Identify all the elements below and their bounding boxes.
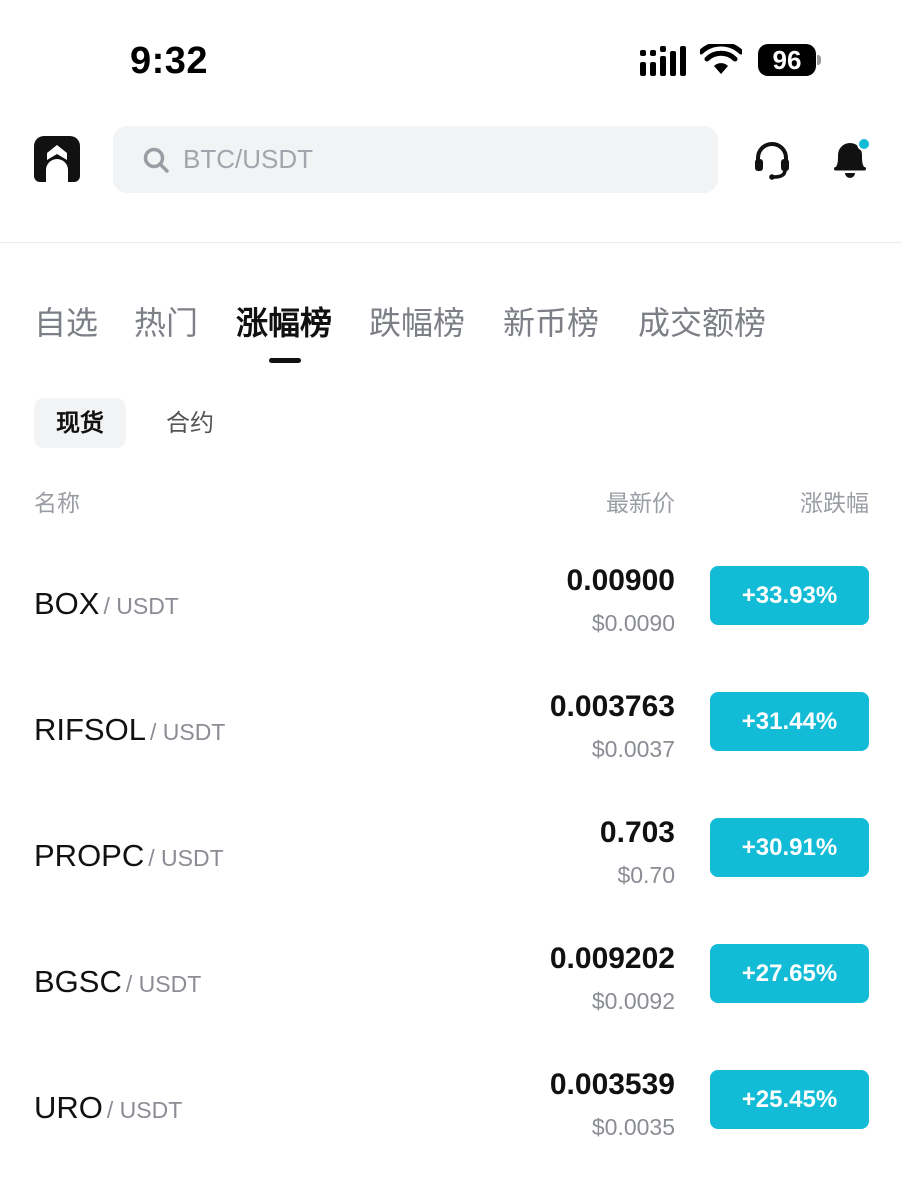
last-price: 0.703 (599, 816, 675, 849)
change-badge[interactable]: +33.93% (710, 566, 869, 625)
last-price: 0.003763 (549, 690, 675, 723)
change-badge[interactable]: +31.44% (710, 692, 869, 751)
change-badge[interactable]: +30.91% (710, 818, 869, 877)
pair-name: BOX / USDT (34, 586, 179, 622)
pair-quote: / USDT (149, 719, 226, 745)
tab-gainers[interactable]: 涨幅榜 (236, 298, 332, 344)
fiat-price: $0.70 (617, 862, 675, 888)
fiat-price: $0.0092 (591, 988, 675, 1014)
battery-level: 96 (758, 44, 816, 76)
market-row[interactable]: RIFSOL / USDT 0.003763 $0.0037 +31.44% (0, 690, 902, 816)
search-icon (143, 147, 169, 173)
market-row[interactable]: URO / USDT 0.003539 $0.0035 +25.45% (0, 1068, 902, 1194)
subtab-spot[interactable]: 现货 (34, 398, 126, 448)
battery-tip (817, 55, 821, 65)
headset-icon[interactable] (752, 140, 792, 180)
app-logo-icon[interactable] (34, 136, 80, 182)
market-tabs: 自选 热门 涨幅榜 跌幅榜 新币榜 成交额榜 (0, 298, 902, 378)
search-input[interactable] (183, 126, 703, 193)
pair-quote: / USDT (125, 971, 202, 997)
last-price: 0.009202 (549, 942, 675, 975)
tab-volume[interactable]: 成交额榜 (638, 298, 766, 344)
pair-base: BOX (34, 586, 100, 621)
tab-hot[interactable]: 热门 (134, 298, 198, 344)
status-bar: 9:32 96 (0, 0, 902, 110)
subtab-futures[interactable]: 合约 (150, 398, 230, 448)
fiat-price: $0.0090 (591, 610, 675, 636)
column-header-change[interactable]: 涨跌幅 (800, 484, 869, 518)
pair-name: PROPC / USDT (34, 838, 224, 874)
market-row[interactable]: PROPC / USDT 0.703 $0.70 +30.91% (0, 816, 902, 942)
battery-indicator: 96 (758, 44, 821, 76)
pair-quote: / USDT (148, 845, 224, 871)
change-badge[interactable]: +27.65% (710, 944, 869, 1003)
column-header-name[interactable]: 名称 (34, 484, 80, 518)
market-row[interactable]: BOX / USDT 0.00900 $0.0090 +33.93% (0, 564, 902, 690)
tab-watchlist[interactable]: 自选 (34, 298, 98, 344)
tab-losers[interactable]: 跌幅榜 (369, 298, 465, 344)
pair-base: PROPC (34, 838, 145, 873)
change-badge[interactable]: +25.45% (710, 1070, 869, 1129)
market-row[interactable]: BGSC / USDT 0.009202 $0.0092 +27.65% (0, 942, 902, 1068)
fiat-price: $0.0037 (591, 736, 675, 762)
pair-base: RIFSOL (34, 712, 146, 747)
pair-quote: / USDT (106, 1097, 183, 1123)
bell-icon[interactable] (828, 136, 872, 180)
pair-name: BGSC / USDT (34, 964, 201, 1000)
last-price: 0.00900 (566, 564, 675, 597)
column-header-price[interactable]: 最新价 (606, 484, 675, 518)
fiat-price: $0.0035 (591, 1114, 675, 1140)
active-tab-indicator (269, 358, 301, 363)
pair-name: URO / USDT (34, 1090, 182, 1126)
wifi-icon (700, 44, 742, 74)
last-price: 0.003539 (549, 1068, 675, 1101)
tab-new-listings[interactable]: 新币榜 (503, 298, 599, 344)
pair-base: BGSC (34, 964, 122, 999)
signal-icon (640, 46, 686, 76)
pair-base: URO (34, 1090, 103, 1125)
header-divider (0, 242, 902, 243)
search-bar[interactable] (113, 126, 718, 193)
pair-quote: / USDT (103, 593, 179, 619)
status-time: 9:32 (130, 40, 209, 82)
pair-name: RIFSOL / USDT (34, 712, 225, 748)
